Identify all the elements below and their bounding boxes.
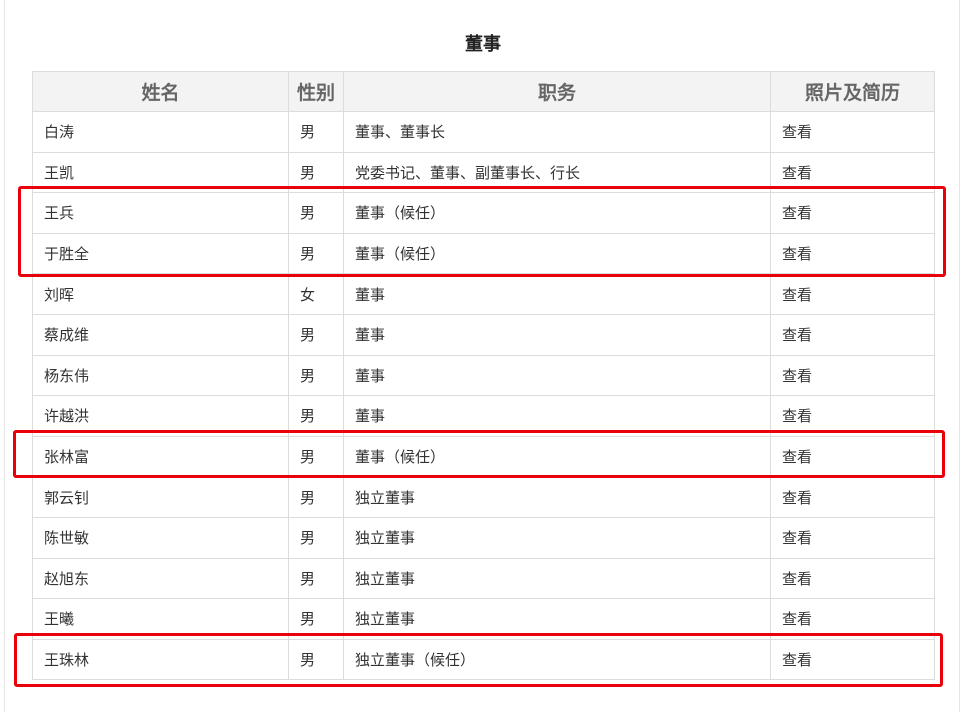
director-name: 杨东伟 [32, 354, 289, 397]
view-resume-cell: 查看 [770, 354, 935, 397]
page-container: 董事 姓名 性别 职务 照片及简历 白涛 男 董事、董事长 查看 王凯 男 党委… [4, 0, 960, 712]
director-role: 董事（候任） [343, 435, 771, 478]
table-row: 陈世敏 男 独立董事 查看 [32, 516, 935, 559]
director-role: 独立董事（候任） [343, 638, 771, 681]
director-name: 王兵 [32, 192, 289, 234]
view-resume-link[interactable]: 查看 [782, 651, 812, 669]
director-gender: 男 [288, 395, 344, 437]
director-role: 董事 [343, 273, 771, 315]
director-name: 陈世敏 [32, 516, 289, 559]
table-row: 郭云钊 男 独立董事 查看 [32, 476, 935, 518]
view-resume-cell: 查看 [770, 638, 935, 681]
view-resume-cell: 查看 [770, 476, 935, 518]
director-gender: 女 [288, 273, 344, 315]
table-row: 赵旭东 男 独立董事 查看 [32, 557, 935, 600]
view-resume-link[interactable]: 查看 [782, 367, 812, 385]
director-gender: 男 [288, 516, 344, 559]
director-gender: 男 [288, 111, 344, 153]
director-gender: 男 [288, 638, 344, 681]
director-role: 董事（候任） [343, 192, 771, 234]
table-row: 王兵 男 董事（候任） 查看 [32, 192, 935, 234]
director-name: 白涛 [32, 111, 289, 153]
director-role: 董事 [343, 354, 771, 397]
view-resume-link[interactable]: 查看 [782, 407, 812, 425]
view-resume-cell: 查看 [770, 232, 935, 275]
director-gender: 男 [288, 435, 344, 478]
director-role: 独立董事 [343, 476, 771, 518]
view-resume-cell: 查看 [770, 598, 935, 640]
column-header-gender: 性别 [288, 71, 344, 112]
director-role: 独立董事 [343, 557, 771, 600]
table-row: 刘晖 女 董事 查看 [32, 273, 935, 315]
view-resume-link[interactable]: 查看 [782, 489, 812, 507]
director-gender: 男 [288, 151, 344, 194]
director-role: 董事（候任） [343, 232, 771, 275]
column-header-role: 职务 [343, 71, 771, 112]
table-row: 张林富 男 董事（候任） 查看 [32, 435, 935, 478]
table-row: 蔡成维 男 董事 查看 [32, 313, 935, 356]
director-role: 独立董事 [343, 598, 771, 640]
director-gender: 男 [288, 313, 344, 356]
director-name: 于胜全 [32, 232, 289, 275]
director-gender: 男 [288, 476, 344, 518]
view-resume-link[interactable]: 查看 [782, 448, 812, 466]
director-role: 党委书记、董事、副董事长、行长 [343, 151, 771, 194]
director-name: 蔡成维 [32, 313, 289, 356]
table-row: 白涛 男 董事、董事长 查看 [32, 111, 935, 153]
director-gender: 男 [288, 557, 344, 600]
director-role: 董事 [343, 313, 771, 356]
view-resume-cell: 查看 [770, 516, 935, 559]
view-resume-cell: 查看 [770, 273, 935, 315]
view-resume-link[interactable]: 查看 [782, 204, 812, 222]
director-name: 王凯 [32, 151, 289, 194]
table-row: 王凯 男 党委书记、董事、副董事长、行长 查看 [32, 151, 935, 194]
view-resume-link[interactable]: 查看 [782, 164, 812, 182]
view-resume-cell: 查看 [770, 435, 935, 478]
view-resume-link[interactable]: 查看 [782, 570, 812, 588]
director-gender: 男 [288, 232, 344, 275]
table-row: 王珠林 男 独立董事（候任） 查看 [32, 638, 935, 681]
view-resume-link[interactable]: 查看 [782, 245, 812, 263]
director-gender: 男 [288, 192, 344, 234]
directors-table: 姓名 性别 职务 照片及简历 白涛 男 董事、董事长 查看 王凯 男 党委书记、… [32, 71, 935, 681]
view-resume-cell: 查看 [770, 111, 935, 153]
director-name: 王曦 [32, 598, 289, 640]
director-name: 张林富 [32, 435, 289, 478]
view-resume-link[interactable]: 查看 [782, 610, 812, 628]
view-resume-link[interactable]: 查看 [782, 123, 812, 141]
director-role: 董事、董事长 [343, 111, 771, 153]
view-resume-cell: 查看 [770, 313, 935, 356]
view-resume-link[interactable]: 查看 [782, 529, 812, 547]
director-gender: 男 [288, 598, 344, 640]
table-header-row: 姓名 性别 职务 照片及简历 [32, 71, 935, 112]
director-gender: 男 [288, 354, 344, 397]
view-resume-cell: 查看 [770, 151, 935, 194]
view-resume-link[interactable]: 查看 [782, 326, 812, 344]
director-role: 董事 [343, 395, 771, 437]
table-row: 许越洪 男 董事 查看 [32, 395, 935, 437]
director-name: 郭云钊 [32, 476, 289, 518]
director-name: 许越洪 [32, 395, 289, 437]
view-resume-cell: 查看 [770, 395, 935, 437]
view-resume-link[interactable]: 查看 [782, 286, 812, 304]
column-header-photo-resume: 照片及简历 [770, 71, 935, 112]
director-name: 赵旭东 [32, 557, 289, 600]
view-resume-cell: 查看 [770, 192, 935, 234]
view-resume-cell: 查看 [770, 557, 935, 600]
table-row: 王曦 男 独立董事 查看 [32, 598, 935, 640]
table-row: 杨东伟 男 董事 查看 [32, 354, 935, 397]
director-name: 刘晖 [32, 273, 289, 315]
director-role: 独立董事 [343, 516, 771, 559]
column-header-name: 姓名 [32, 71, 289, 112]
page-title: 董事 [465, 34, 501, 55]
table-row: 于胜全 男 董事（候任） 查看 [32, 232, 935, 275]
director-name: 王珠林 [32, 638, 289, 681]
